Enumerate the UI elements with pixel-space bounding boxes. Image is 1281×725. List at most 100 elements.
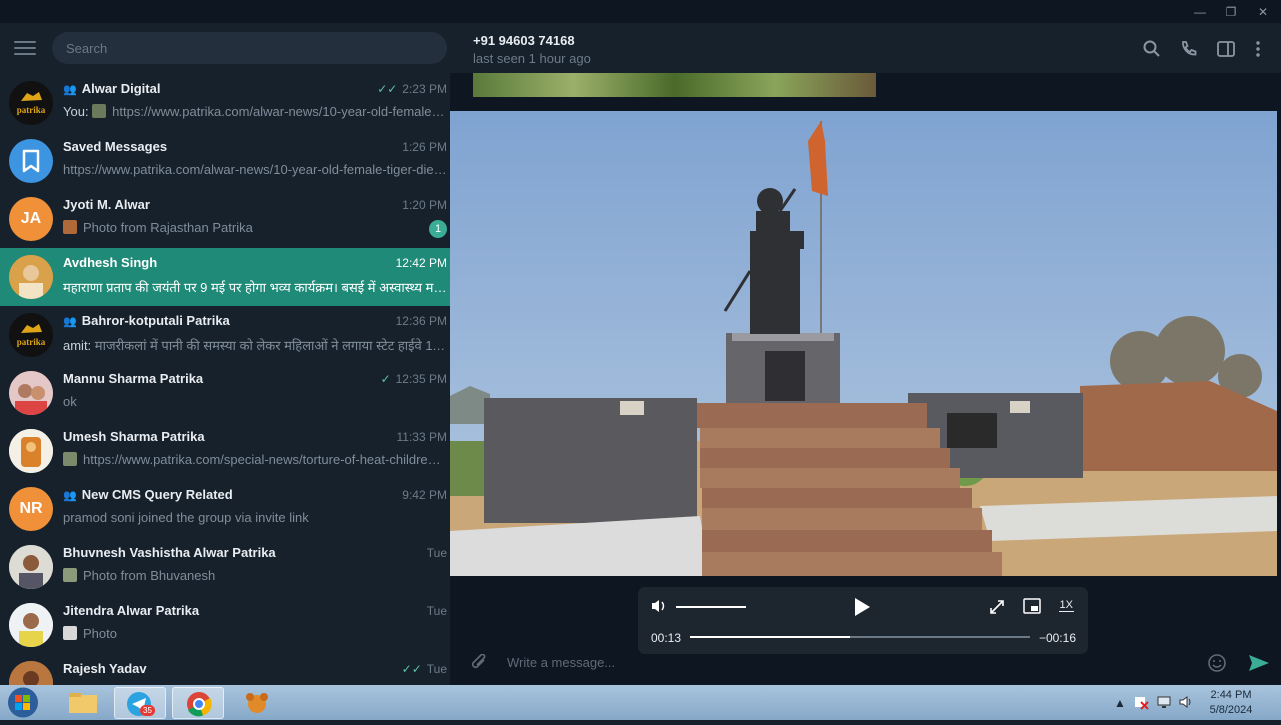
unread-badge: 1 xyxy=(429,220,447,238)
taskbar-explorer[interactable] xyxy=(57,687,109,719)
show-hidden-icons[interactable]: ▲ xyxy=(1114,696,1126,710)
message-photo-thumbnail[interactable] xyxy=(473,73,876,97)
chat-time: 9:42 PM xyxy=(402,488,447,502)
close-icon[interactable]: ✕ xyxy=(1251,3,1275,21)
group-icon: 👥 xyxy=(63,316,77,328)
chat-item-bahror-kotputali[interactable]: patrika 👥 Bahror-kotputali Patrika 12:36 … xyxy=(0,306,450,364)
playback-speed-button[interactable]: 1X xyxy=(1058,599,1074,612)
start-button-icon[interactable] xyxy=(6,686,40,719)
clock-time: 2:44 PM xyxy=(1210,689,1252,701)
chat-name: Jitendra Alwar Patrika xyxy=(63,603,200,618)
chat-time: ✓✓ 2:23 PM xyxy=(377,82,447,96)
volume-tray-icon[interactable] xyxy=(1178,694,1194,710)
avatar xyxy=(9,255,53,299)
chat-preview: Photo xyxy=(63,626,447,641)
play-icon[interactable] xyxy=(852,597,872,617)
chat-time: Tue xyxy=(426,604,447,618)
avatar xyxy=(9,545,53,589)
chat-item-new-cms-query[interactable]: NR 👥 New CMS Query Related 9:42 PM pramod… xyxy=(0,480,450,538)
chat-item-jyoti[interactable]: JA Jyoti M. Alwar 1:20 PM Photo from Raj… xyxy=(0,190,450,248)
chat-time: 1:20 PM xyxy=(402,198,447,212)
chat-item-mannu-sharma[interactable]: Mannu Sharma Patrika ✓ 12:35 PM ok xyxy=(0,364,450,422)
thumbnail-icon xyxy=(92,104,107,118)
group-icon: 👥 xyxy=(63,490,77,502)
restore-icon[interactable]: ❐ xyxy=(1219,3,1243,21)
thumbnail-icon xyxy=(63,626,77,640)
chat-time: Tue xyxy=(426,546,447,560)
minimize-icon[interactable]: — xyxy=(1188,3,1212,21)
video-frame xyxy=(450,111,1277,576)
chat-name: Rajesh Yadav xyxy=(63,661,147,676)
avatar-logo-text: patrika xyxy=(17,105,46,115)
clock-date: 5/8/2024 xyxy=(1209,704,1253,716)
chat-name: 👥 New CMS Query Related xyxy=(63,487,233,502)
chat-name: Jyoti M. Alwar xyxy=(63,197,150,212)
chat-item-avdhesh-singh[interactable]: Avdhesh Singh 12:42 PM महाराणा प्रताप की… xyxy=(0,248,450,306)
contact-status: last seen 1 hour ago xyxy=(473,51,591,66)
taskbar-chrome[interactable] xyxy=(172,687,224,719)
thumbnail-icon xyxy=(63,568,77,582)
network-icon[interactable] xyxy=(1156,694,1172,710)
chat-name: 👥 Bahror-kotputali Patrika xyxy=(63,313,230,328)
chat-preview: महाराणा प्रताप की जयंती पर 9 मई पर होगा … xyxy=(63,280,447,295)
avatar: patrika xyxy=(9,313,53,357)
chat-preview: ok xyxy=(63,394,77,409)
chat-time: 12:36 PM xyxy=(395,314,447,328)
read-check-icon: ✓ xyxy=(380,372,391,386)
read-check-icon: ✓✓ xyxy=(377,82,398,96)
chat-preview: pramod soni joined the group via invite … xyxy=(63,510,309,525)
chat-preview: Photo from Rajasthan Patrika xyxy=(63,220,447,235)
chat-item-umesh-sharma[interactable]: Umesh Sharma Patrika 11:33 PM https://ww… xyxy=(0,422,450,480)
chat-item-rajesh-yadav[interactable]: Rajesh Yadav ✓✓ Tue xyxy=(0,654,450,685)
chat-item-jitendra[interactable]: Jitendra Alwar Patrika Tue Photo xyxy=(0,596,450,654)
read-check-icon: ✓✓ xyxy=(401,662,422,676)
video-player[interactable] xyxy=(450,111,1277,576)
more-options-icon[interactable] xyxy=(1248,39,1268,59)
chat-preview: https://www.patrika.com/special-news/tor… xyxy=(63,452,447,467)
contact-name[interactable]: +91 94603 74168 xyxy=(473,33,575,48)
seek-bar[interactable] xyxy=(690,636,1030,638)
hamburger-menu-icon[interactable] xyxy=(14,41,36,57)
taskbar-telegram[interactable]: 35 xyxy=(114,687,166,719)
fullscreen-icon[interactable] xyxy=(989,599,1005,615)
telegram-unread-badge: 35 xyxy=(140,705,155,716)
picture-in-picture-icon[interactable] xyxy=(1023,598,1041,614)
message-input[interactable]: Write a message... xyxy=(507,655,615,670)
chat-time: 12:42 PM xyxy=(395,256,447,270)
action-center-icon[interactable] xyxy=(1133,694,1149,710)
emoji-icon[interactable] xyxy=(1207,653,1227,673)
search-input[interactable]: Search xyxy=(52,32,447,64)
chat-list-sidebar: Search patrika 👥 Alwar Digital ✓✓ 2:23 PM … xyxy=(0,23,450,685)
chat-item-alwar-digital[interactable]: patrika 👥 Alwar Digital ✓✓ 2:23 PM You: ht… xyxy=(0,74,450,132)
chat-time: 11:33 PM xyxy=(396,430,447,444)
chat-name: Mannu Sharma Patrika xyxy=(63,371,204,386)
avatar xyxy=(9,371,53,415)
chat-header: +91 94603 74168 last seen 1 hour ago xyxy=(450,23,1281,73)
attach-icon[interactable] xyxy=(471,654,489,672)
chat-name: Bhuvnesh Vashistha Alwar Patrika xyxy=(63,545,276,560)
chat-preview: https://www.patrika.com/alwar-news/10-ye… xyxy=(63,162,447,177)
phone-icon[interactable] xyxy=(1179,39,1199,59)
volume-slider[interactable] xyxy=(676,606,746,608)
system-clock[interactable]: 2:44 PM 5/8/2024 xyxy=(1198,688,1264,718)
avatar-logo-text: patrika xyxy=(17,337,46,347)
avatar xyxy=(9,603,53,647)
folder-icon xyxy=(69,693,97,713)
search-icon[interactable] xyxy=(1142,39,1162,59)
chat-time: 1:26 PM xyxy=(402,140,447,154)
sidebar-toggle-icon[interactable] xyxy=(1216,39,1236,59)
group-icon: 👥 xyxy=(63,84,77,96)
window-titlebar: — ❐ ✕ xyxy=(0,0,1281,23)
message-composer: Write a message... xyxy=(450,640,1281,685)
send-icon[interactable] xyxy=(1248,653,1270,673)
taskbar-app[interactable] xyxy=(230,687,282,719)
avatar: NR xyxy=(9,487,53,531)
avatar: patrika xyxy=(9,81,53,125)
windows-taskbar: 35 ▲ 2:44 PM 5/8/2024 xyxy=(0,685,1281,720)
chat-item-saved-messages[interactable]: Saved Messages 1:26 PM https://www.patri… xyxy=(0,132,450,190)
bookmark-icon xyxy=(9,139,53,183)
chat-time: ✓✓ Tue xyxy=(401,662,447,676)
volume-icon[interactable] xyxy=(650,598,668,614)
chat-name: Avdhesh Singh xyxy=(63,255,158,270)
chat-item-bhuvnesh[interactable]: Bhuvnesh Vashistha Alwar Patrika Tue Pho… xyxy=(0,538,450,596)
